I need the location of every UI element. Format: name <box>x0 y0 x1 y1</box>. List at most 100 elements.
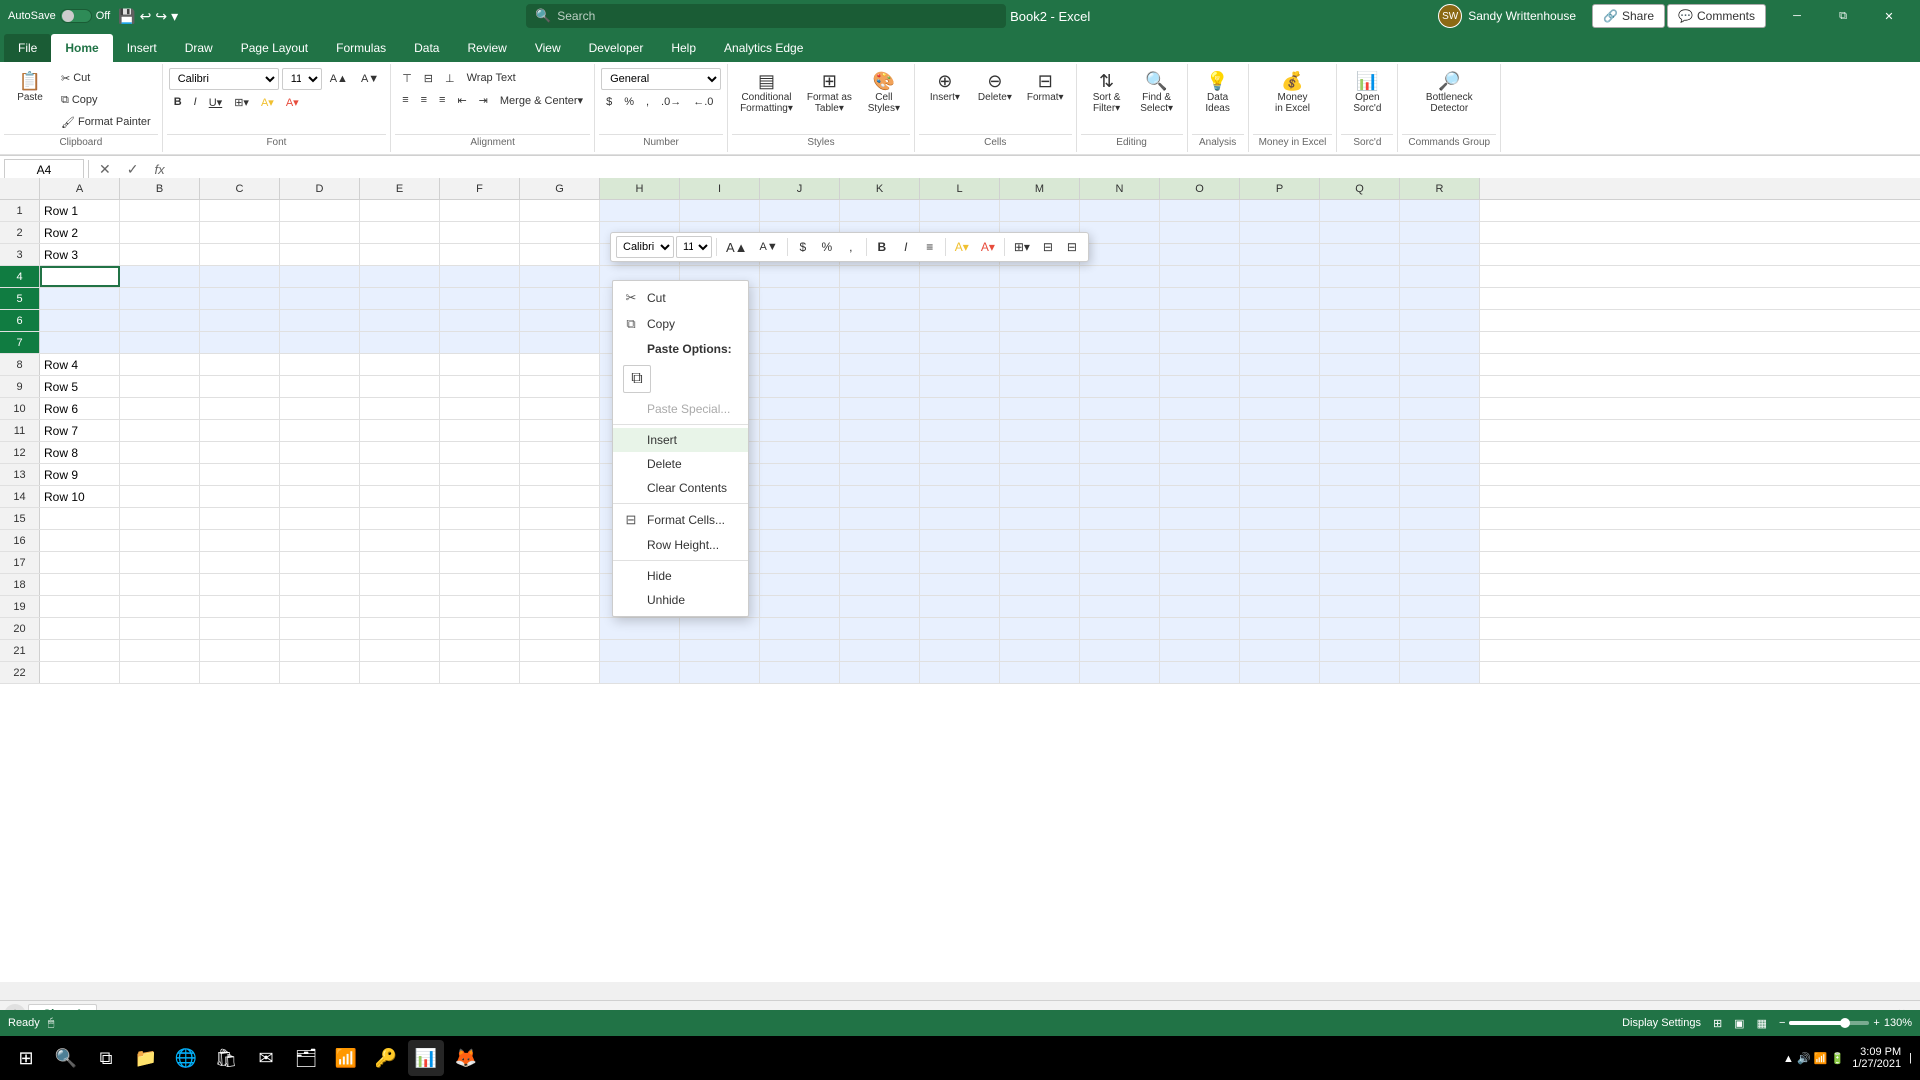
mail-btn[interactable]: ✉ <box>248 1040 284 1076</box>
mini-dec1-btn[interactable]: ⊟ <box>1037 236 1059 258</box>
italic-button[interactable]: I <box>189 92 202 112</box>
cell-L20[interactable] <box>920 618 1000 639</box>
cell-P15[interactable] <box>1240 508 1320 529</box>
cell-A11[interactable]: Row 7 <box>40 420 120 441</box>
zoom-out-icon[interactable]: − <box>1779 1017 1785 1029</box>
cell-G14[interactable] <box>520 486 600 507</box>
mini-italic-btn[interactable]: I <box>895 236 917 258</box>
undo-icon[interactable]: ↩ <box>140 8 152 25</box>
cell-E18[interactable] <box>360 574 440 595</box>
cell-Q5[interactable] <box>1320 288 1400 309</box>
tab-formulas[interactable]: Formulas <box>322 34 400 62</box>
cell-N10[interactable] <box>1080 398 1160 419</box>
row-num-4[interactable]: 4 <box>0 266 40 287</box>
autosave-toggle-btn[interactable] <box>60 9 92 23</box>
cell-G18[interactable] <box>520 574 600 595</box>
cell-Q8[interactable] <box>1320 354 1400 375</box>
decrease-indent-btn[interactable]: ⇤ <box>452 90 471 110</box>
cell-K15[interactable] <box>840 508 920 529</box>
cell-A5[interactable] <box>40 288 120 309</box>
cell-K14[interactable] <box>840 486 920 507</box>
cell-B6[interactable] <box>120 310 200 331</box>
cell-B2[interactable] <box>120 222 200 243</box>
cell-K7[interactable] <box>840 332 920 353</box>
cell-M16[interactable] <box>1000 530 1080 551</box>
customize-qs-icon[interactable]: ▾ <box>171 8 178 25</box>
cell-J6[interactable] <box>760 310 840 331</box>
cell-H22[interactable] <box>600 662 680 683</box>
cell-D20[interactable] <box>280 618 360 639</box>
row-num-1[interactable]: 1 <box>0 200 40 221</box>
cell-J16[interactable] <box>760 530 840 551</box>
cell-R12[interactable] <box>1400 442 1480 463</box>
cell-N13[interactable] <box>1080 464 1160 485</box>
cell-R6[interactable] <box>1400 310 1480 331</box>
border-button[interactable]: ⊞▾ <box>229 92 254 112</box>
cell-D22[interactable] <box>280 662 360 683</box>
cell-I22[interactable] <box>680 662 760 683</box>
cell-N16[interactable] <box>1080 530 1160 551</box>
row-num-21[interactable]: 21 <box>0 640 40 661</box>
comments-button[interactable]: 💬 Comments <box>1667 4 1766 28</box>
tab-file[interactable]: File <box>4 34 51 62</box>
cell-A8[interactable]: Row 4 <box>40 354 120 375</box>
col-header-B[interactable]: B <box>120 178 200 199</box>
cell-B1[interactable] <box>120 200 200 221</box>
cell-M15[interactable] <box>1000 508 1080 529</box>
col-header-G[interactable]: G <box>520 178 600 199</box>
cell-F14[interactable] <box>440 486 520 507</box>
cell-M1[interactable] <box>1000 200 1080 221</box>
cell-D12[interactable] <box>280 442 360 463</box>
cell-C3[interactable] <box>200 244 280 265</box>
cell-E9[interactable] <box>360 376 440 397</box>
cell-A19[interactable] <box>40 596 120 617</box>
cell-E1[interactable] <box>360 200 440 221</box>
mini-dollar-btn[interactable]: $ <box>792 236 814 258</box>
col-header-Q[interactable]: Q <box>1320 178 1400 199</box>
col-header-E[interactable]: E <box>360 178 440 199</box>
cell-N1[interactable] <box>1080 200 1160 221</box>
cell-P12[interactable] <box>1240 442 1320 463</box>
cell-G17[interactable] <box>520 552 600 573</box>
cell-B20[interactable] <box>120 618 200 639</box>
col-header-D[interactable]: D <box>280 178 360 199</box>
cell-J18[interactable] <box>760 574 840 595</box>
sort-filter-btn[interactable]: ⇅ Sort &Filter▾ <box>1083 68 1131 118</box>
cell-M9[interactable] <box>1000 376 1080 397</box>
cell-F9[interactable] <box>440 376 520 397</box>
cell-P22[interactable] <box>1240 662 1320 683</box>
cell-R5[interactable] <box>1400 288 1480 309</box>
cell-L1[interactable] <box>920 200 1000 221</box>
cell-F12[interactable] <box>440 442 520 463</box>
cell-N20[interactable] <box>1080 618 1160 639</box>
cell-G16[interactable] <box>520 530 600 551</box>
cell-Q12[interactable] <box>1320 442 1400 463</box>
col-header-K[interactable]: K <box>840 178 920 199</box>
align-middle-btn[interactable]: ⊟ <box>419 68 438 88</box>
cell-Q22[interactable] <box>1320 662 1400 683</box>
row-num-6[interactable]: 6 <box>0 310 40 331</box>
cell-A15[interactable] <box>40 508 120 529</box>
cell-K6[interactable] <box>840 310 920 331</box>
cell-M4[interactable] <box>1000 266 1080 287</box>
cell-E5[interactable] <box>360 288 440 309</box>
cell-E22[interactable] <box>360 662 440 683</box>
cell-N11[interactable] <box>1080 420 1160 441</box>
cell-E14[interactable] <box>360 486 440 507</box>
cell-G4[interactable] <box>520 266 600 287</box>
align-left-btn[interactable]: ≡ <box>397 90 413 110</box>
mini-border-btn[interactable]: ⊞▾ <box>1009 236 1035 258</box>
conditional-formatting-btn[interactable]: ▤ ConditionalFormatting▾ <box>734 68 799 118</box>
tab-review[interactable]: Review <box>453 34 520 62</box>
cell-D8[interactable] <box>280 354 360 375</box>
search-input[interactable] <box>557 9 997 23</box>
cell-C13[interactable] <box>200 464 280 485</box>
cell-C2[interactable] <box>200 222 280 243</box>
cell-F18[interactable] <box>440 574 520 595</box>
cell-E8[interactable] <box>360 354 440 375</box>
cell-K17[interactable] <box>840 552 920 573</box>
cell-A12[interactable]: Row 8 <box>40 442 120 463</box>
cell-R14[interactable] <box>1400 486 1480 507</box>
paste-button[interactable]: 📋 Paste <box>6 68 54 107</box>
cell-B18[interactable] <box>120 574 200 595</box>
